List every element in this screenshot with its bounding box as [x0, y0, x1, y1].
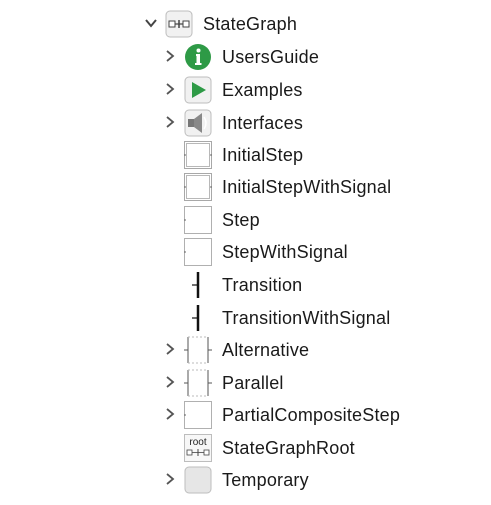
- root-icon-text: root: [189, 437, 206, 448]
- tree-node-usersguide[interactable]: UsersGuide: [0, 41, 491, 71]
- tree-node-label: Interfaces: [222, 113, 304, 133]
- tree-node-label: StateGraph: [203, 14, 298, 34]
- chevron-right-icon[interactable]: [162, 406, 178, 422]
- initial-step-with-signal-icon: [184, 173, 212, 201]
- initial-step-icon: [184, 141, 212, 169]
- tree-node-alternative[interactable]: Alternative: [0, 334, 491, 364]
- tree-node-label: StepWithSignal: [222, 242, 348, 262]
- tree-node-step[interactable]: Step: [0, 204, 491, 234]
- transition-with-signal-icon: [184, 304, 212, 332]
- parallel-icon: [184, 369, 212, 397]
- chevron-right-icon[interactable]: [162, 48, 178, 64]
- tree-node-label: UsersGuide: [222, 47, 320, 67]
- tree-node-label: Temporary: [222, 470, 309, 490]
- chevron-right-icon[interactable]: [162, 471, 178, 487]
- tree-node-parallel[interactable]: Parallel: [0, 367, 491, 397]
- tree-node-interfaces[interactable]: Interfaces: [0, 107, 491, 137]
- transition-icon: [184, 271, 212, 299]
- connector-icon: [184, 109, 212, 137]
- tree-node-initialstepwithsignal[interactable]: InitialStepWithSignal: [0, 171, 491, 201]
- tree-node-label: Transition: [222, 275, 303, 295]
- chevron-right-icon[interactable]: [162, 114, 178, 130]
- tree-node-stategraph[interactable]: StateGraph: [0, 8, 491, 38]
- tree-node-label: TransitionWithSignal: [222, 308, 391, 328]
- tree-node-stategraphroot[interactable]: root StateGraphRoot: [0, 432, 491, 462]
- play-icon: [184, 76, 212, 104]
- composite-step-icon: [184, 401, 212, 429]
- tree-node-label: PartialCompositeStep: [222, 405, 401, 425]
- stategraph-package-icon: [165, 10, 193, 38]
- alternative-icon: [184, 336, 212, 364]
- tree-node-temporary[interactable]: Temporary: [0, 464, 491, 494]
- package-icon: [184, 466, 212, 494]
- tree-node-initialstep[interactable]: InitialStep: [0, 139, 491, 169]
- tree-node-label: InitialStep: [222, 145, 304, 165]
- step-with-signal-icon: [184, 238, 212, 266]
- tree-node-label: Parallel: [222, 373, 284, 393]
- tree-node-transition[interactable]: Transition: [0, 269, 491, 299]
- chevron-down-icon[interactable]: [143, 15, 159, 31]
- info-icon: [184, 43, 212, 71]
- tree-node-transitionwithsignal[interactable]: TransitionWithSignal: [0, 302, 491, 332]
- chevron-right-icon[interactable]: [162, 374, 178, 390]
- tree-node-label: Alternative: [222, 340, 310, 360]
- tree-node-label: Step: [222, 210, 260, 230]
- tree-node-label: Examples: [222, 80, 303, 100]
- chevron-right-icon[interactable]: [162, 81, 178, 97]
- tree-node-label: StateGraphRoot: [222, 438, 355, 458]
- tree-node-examples[interactable]: Examples: [0, 74, 491, 104]
- tree-node-stepwithsignal[interactable]: StepWithSignal: [0, 236, 491, 266]
- chevron-right-icon[interactable]: [162, 341, 178, 357]
- tree-node-partialcompositestep[interactable]: PartialCompositeStep: [0, 399, 491, 429]
- stategraph-tree: StateGraph UsersGuide Examples Interface…: [0, 0, 491, 505]
- tree-node-label: InitialStepWithSignal: [222, 177, 392, 197]
- step-icon: [184, 206, 212, 234]
- root-icon: root: [184, 434, 212, 462]
